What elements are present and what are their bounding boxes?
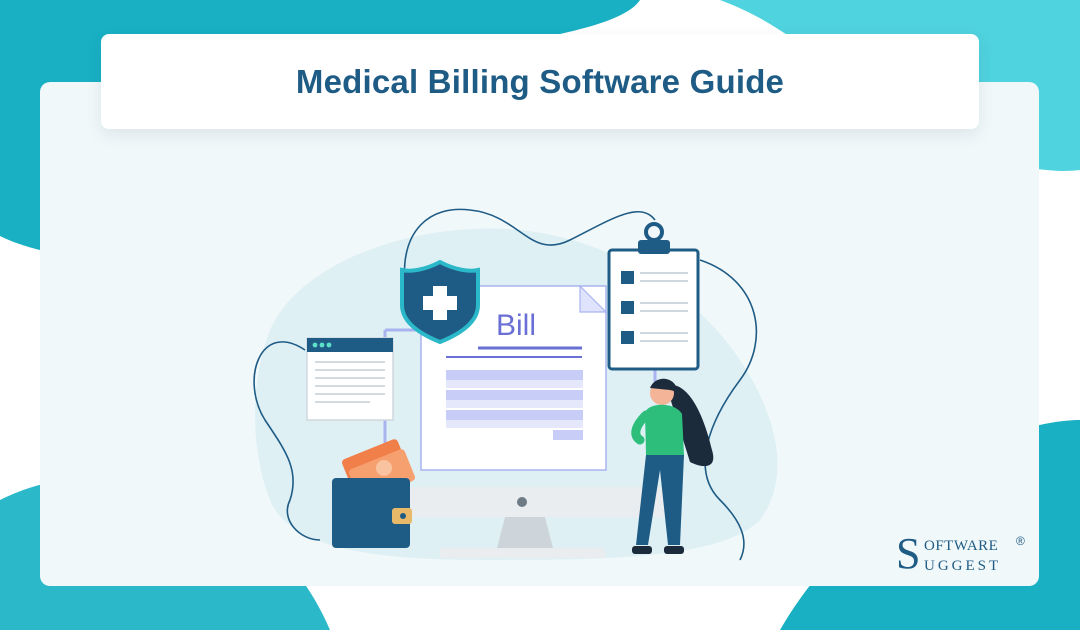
logo-text-bottom: UGGEST — [924, 558, 1002, 574]
wallet-icon — [332, 478, 412, 548]
bill-label: Bill — [496, 309, 536, 342]
registered-mark: ® — [1016, 534, 1025, 548]
clipboard-checklist-icon — [607, 222, 700, 371]
softwaresuggest-logo: S OFTWARE ® UGGEST — [896, 532, 1036, 580]
logo-letter-top: S — [896, 529, 921, 578]
logo-text-top: OFTWARE — [924, 538, 999, 554]
browser-window-icon — [306, 337, 394, 421]
